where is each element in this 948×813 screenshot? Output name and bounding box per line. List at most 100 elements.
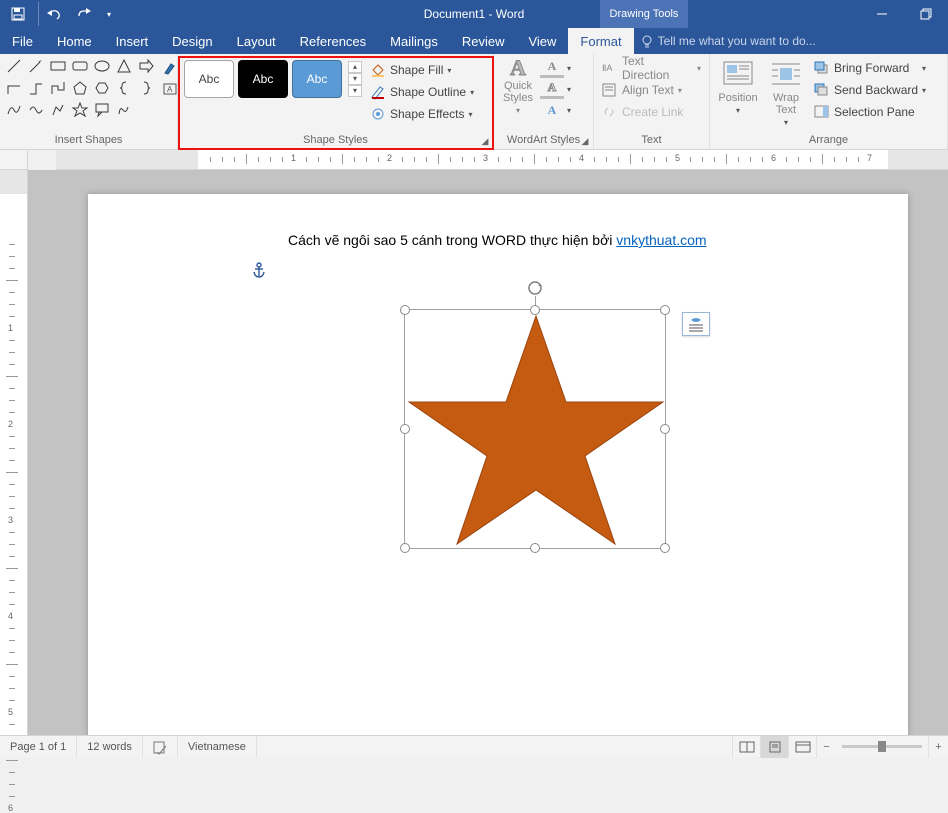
shape-curve-icon[interactable] <box>6 102 22 118</box>
shape-elbow-icon[interactable] <box>6 80 22 96</box>
text-effects-button[interactable]: A▾ <box>540 100 574 120</box>
shape-selection-box[interactable] <box>404 309 666 549</box>
group-label: Insert Shapes <box>4 131 173 149</box>
group-arrange: Position ▾ Wrap Text ▾ Bring Forward▾ Se… <box>710 54 948 149</box>
shape-ellipse-icon[interactable] <box>94 58 110 74</box>
shape-triangle-icon[interactable] <box>116 58 132 74</box>
style-preset-2[interactable]: Abc <box>238 60 288 98</box>
tab-file[interactable]: File <box>0 28 45 54</box>
ribbon-tabs: File Home Insert Design Layout Reference… <box>0 28 948 54</box>
shape-style-gallery[interactable]: Abc Abc Abc ▴▾▾ <box>182 56 364 102</box>
ruler-tick: 7 <box>867 153 872 163</box>
layout-options-icon <box>687 316 705 332</box>
quick-styles-button[interactable]: A Quick Styles ▾ <box>498 56 538 115</box>
send-backward-button[interactable]: Send Backward▾ <box>814 80 926 100</box>
tab-references[interactable]: References <box>288 28 378 54</box>
view-read-mode[interactable] <box>732 736 760 758</box>
undo-button[interactable] <box>38 2 66 26</box>
shape-starburst-icon[interactable] <box>72 102 88 118</box>
shape-line-icon[interactable] <box>6 58 22 74</box>
style-preset-3[interactable]: Abc <box>292 60 342 98</box>
zoom-in-button[interactable]: + <box>928 736 948 758</box>
status-page[interactable]: Page 1 of 1 <box>0 736 77 757</box>
vertical-ruler[interactable]: 123456 <box>0 170 28 735</box>
contextual-tab-label: Drawing Tools <box>600 0 688 28</box>
shape-roundrect-icon[interactable] <box>72 58 88 74</box>
shape-styles-launcher[interactable]: ◢ <box>479 135 491 147</box>
style-preset-1[interactable]: Abc <box>184 60 234 98</box>
redo-button[interactable] <box>70 2 98 26</box>
zoom-out-button[interactable]: − <box>816 736 836 758</box>
text-box-button[interactable]: A <box>162 79 178 99</box>
gallery-more-button[interactable]: ▴▾▾ <box>348 61 362 97</box>
document-workspace[interactable]: Cách vẽ ngôi sao 5 cánh trong WORD thực … <box>28 170 948 735</box>
svg-text:A: A <box>167 85 173 94</box>
wordart-launcher[interactable]: ◢ <box>579 135 591 147</box>
tab-layout[interactable]: Layout <box>225 28 288 54</box>
text-fill-button[interactable]: A▾ <box>540 58 574 78</box>
status-language[interactable]: Vietnamese <box>178 736 257 757</box>
tab-mailings[interactable]: Mailings <box>378 28 450 54</box>
shape-fill-button[interactable]: Shape Fill▾ <box>370 60 474 80</box>
tab-view[interactable]: View <box>516 28 568 54</box>
tab-home[interactable]: Home <box>45 28 104 54</box>
shape-freeform-icon[interactable] <box>50 102 66 118</box>
quick-access-toolbar: ▾ <box>0 2 120 26</box>
star-shape[interactable] <box>405 310 667 550</box>
shape-rect-icon[interactable] <box>50 58 66 74</box>
tab-format[interactable]: Format <box>568 28 633 54</box>
ruler-tick: 4 <box>8 611 13 621</box>
shape-outline-button[interactable]: Shape Outline▾ <box>370 82 474 102</box>
doc-hyperlink[interactable]: vnkythuat.com <box>616 232 706 248</box>
text-direction-button[interactable]: ⅡA Text Direction▾ <box>602 58 701 78</box>
ruler-tick: 5 <box>8 707 13 717</box>
status-word-count[interactable]: 12 words <box>77 736 143 757</box>
document-text-line[interactable]: Cách vẽ ngôi sao 5 cánh trong WORD thực … <box>288 232 707 250</box>
minimize-button[interactable] <box>860 0 904 28</box>
horizontal-ruler[interactable]: 1234567 <box>56 150 948 170</box>
zoom-slider[interactable] <box>842 745 922 748</box>
shape-poly-icon[interactable] <box>50 80 66 96</box>
bring-forward-button[interactable]: Bring Forward▾ <box>814 58 926 78</box>
text-outline-button[interactable]: A▾ <box>540 79 574 99</box>
position-button[interactable]: Position ▾ <box>714 56 762 115</box>
shapes-gallery[interactable] <box>4 56 160 124</box>
tab-review[interactable]: Review <box>450 28 517 54</box>
wrap-text-button[interactable]: Wrap Text ▾ <box>762 56 810 127</box>
tell-me-search[interactable]: Tell me what you want to do... <box>634 28 948 54</box>
ruler-tick: 4 <box>579 153 584 163</box>
ruler-tick: 6 <box>8 803 13 813</box>
zoom-slider-thumb[interactable] <box>878 741 886 752</box>
shape-hexagon-icon[interactable] <box>94 80 110 96</box>
tab-design[interactable]: Design <box>160 28 224 54</box>
restore-button[interactable] <box>904 0 948 28</box>
tab-insert[interactable]: Insert <box>104 28 161 54</box>
document-page[interactable]: Cách vẽ ngôi sao 5 cánh trong WORD thực … <box>88 194 908 735</box>
shape-hexarrow-icon[interactable] <box>138 58 154 74</box>
anchor-icon[interactable] <box>252 262 266 278</box>
shape-arrow-icon[interactable] <box>28 58 44 74</box>
status-proofing[interactable] <box>143 736 178 757</box>
shape-rbrace-icon[interactable] <box>138 80 154 96</box>
shape-lbrace-icon[interactable] <box>116 80 132 96</box>
align-text-button[interactable]: Align Text▾ <box>602 80 701 100</box>
shape-elbow2-icon[interactable] <box>28 80 44 96</box>
shape-callout-icon[interactable] <box>94 102 110 118</box>
layout-options-button[interactable] <box>682 312 710 336</box>
proofing-icon <box>153 740 167 754</box>
tell-me-placeholder: Tell me what you want to do... <box>658 34 816 48</box>
rotate-handle[interactable] <box>527 280 543 296</box>
shape-wave-icon[interactable] <box>28 102 44 118</box>
qat-customize-button[interactable]: ▾ <box>102 2 116 26</box>
shape-effects-button[interactable]: Shape Effects▾ <box>370 104 474 124</box>
group-label: Text <box>598 131 705 149</box>
edit-shape-button[interactable] <box>162 58 178 78</box>
shape-pentagon-icon[interactable] <box>72 80 88 96</box>
save-button[interactable] <box>4 2 32 26</box>
view-print-layout[interactable] <box>760 736 788 758</box>
position-icon <box>722 60 754 90</box>
view-web-layout[interactable] <box>788 736 816 758</box>
selection-pane-button[interactable]: Selection Pane <box>814 102 926 122</box>
shape-scribble-icon[interactable] <box>116 102 132 118</box>
group-insert-shapes: A Insert Shapes <box>0 54 178 149</box>
